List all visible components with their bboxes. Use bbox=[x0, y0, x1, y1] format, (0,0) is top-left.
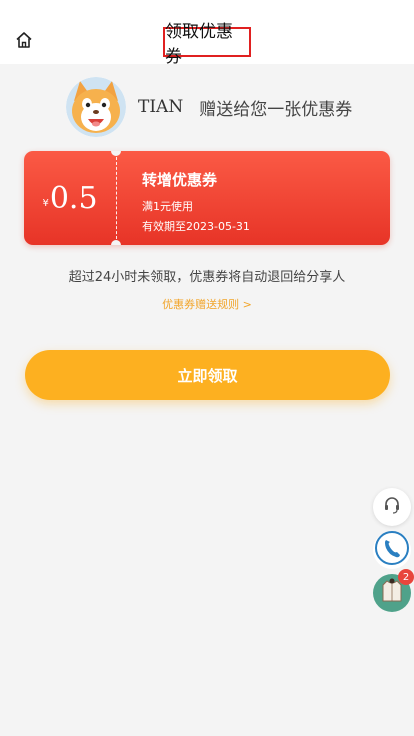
expiry-notice: 超过24小时未领取，优惠券将自动退回给分享人 bbox=[68, 270, 346, 285]
cart-badge: 2 bbox=[398, 569, 414, 585]
giver-name: TIAN bbox=[138, 97, 184, 117]
coupon-notch-top bbox=[111, 151, 121, 156]
claim-coupon-button[interactable]: 立即领取 bbox=[25, 350, 390, 400]
coupon-title: 转增优惠券 bbox=[142, 171, 218, 189]
avatar bbox=[66, 77, 126, 137]
coupon-currency: ¥ bbox=[42, 197, 49, 209]
page-title: 领取优惠券 bbox=[163, 22, 251, 67]
gift-message: 赠送给您一张优惠券 bbox=[199, 99, 353, 120]
phone-call-button[interactable] bbox=[373, 531, 411, 569]
coupon-notch-bottom bbox=[111, 240, 121, 245]
coupon-details: 转增优惠券 满1元使用 有效期至2023-05-31 bbox=[142, 169, 250, 234]
coupon-expiry: 有效期至2023-05-31 bbox=[142, 220, 250, 233]
coupon-value: 0.5 bbox=[49, 180, 98, 216]
giver-info: TIAN 赠送给您一张优惠券 bbox=[66, 77, 366, 137]
coupon-rules-link[interactable]: 优惠券赠送规则 > bbox=[0, 296, 414, 312]
customer-service-button[interactable] bbox=[373, 488, 411, 526]
phone-icon bbox=[374, 530, 410, 570]
coupon-condition: 满1元使用 bbox=[142, 200, 193, 213]
coupon-card: ¥ 0.5 转增优惠券 满1元使用 有效期至2023-05-31 bbox=[24, 151, 390, 245]
home-icon bbox=[15, 31, 33, 53]
headset-icon bbox=[382, 495, 402, 519]
coupon-amount: ¥ 0.5 bbox=[24, 151, 116, 245]
top-navigation-bar: 领取优惠券 bbox=[0, 0, 414, 67]
coupon-divider bbox=[116, 157, 117, 239]
home-button[interactable] bbox=[12, 30, 36, 54]
